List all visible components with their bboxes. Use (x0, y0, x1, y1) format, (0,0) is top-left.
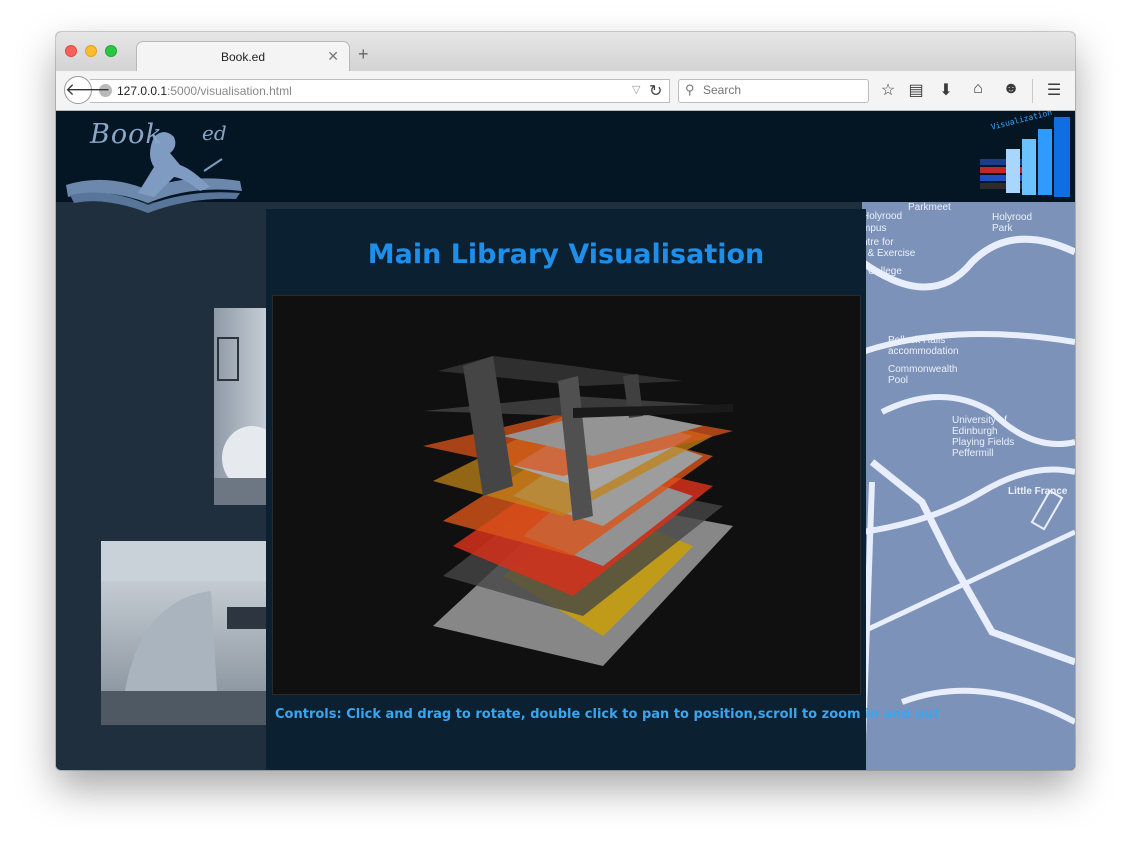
close-window-button[interactable] (65, 45, 77, 57)
browser-tab[interactable]: Book.ed ✕ (136, 41, 350, 72)
map-label: Holyrood (862, 211, 903, 222)
library-3d-model (423, 356, 733, 666)
search-box[interactable]: ⚲ (678, 79, 869, 103)
map-label: t & Exercise (862, 248, 916, 259)
site-header: Book ed Visualization (56, 111, 1075, 213)
navigation-bar: 127.0.0.1:5000/visualisation.html ▽ ↻ 🡐 … (56, 71, 1075, 111)
logo-text-ed: ed (202, 121, 227, 145)
3d-library-viewer[interactable] (272, 295, 861, 695)
tab-title: Book.ed (220, 50, 266, 64)
search-input[interactable] (703, 83, 853, 97)
minimize-window-button[interactable] (85, 45, 97, 57)
home-icon[interactable]: ⌂ (968, 80, 988, 98)
visualisation-panel: Main Library Visualisation Controls: Cli… (266, 209, 940, 770)
map-label: Holyrood Park (992, 212, 1033, 234)
map-label: Commonwealth Pool (888, 364, 958, 386)
map-label: Parkmeet (908, 202, 951, 213)
controls-instructions: Controls: Click and drag to rotate, doub… (275, 707, 940, 722)
back-button[interactable]: 🡐 (64, 76, 111, 104)
browser-window: Book.ed ✕ + 127.0.0.1:5000/visualisation… (56, 32, 1075, 770)
search-icon: ⚲ (685, 82, 695, 97)
maximize-window-button[interactable] (105, 45, 117, 57)
page-title: Main Library Visualisation (367, 239, 765, 270)
toolbar-divider (1032, 79, 1033, 103)
address-bar[interactable]: 127.0.0.1:5000/visualisation.html ▽ ↻ (90, 79, 670, 103)
url-text[interactable]: 127.0.0.1:5000/visualisation.html (117, 84, 292, 98)
study-area-photo-image (101, 541, 267, 725)
map-label: Little France (1008, 486, 1068, 497)
campus-map-background: Parkmeet Holyrood mpus ntre for t & Exer… (862, 202, 1075, 770)
map-label: University of Edinburgh Playing Fields P… (952, 415, 1015, 459)
book-ed-logo[interactable]: Book ed (64, 115, 254, 224)
title-bar: Book.ed ✕ + (56, 32, 1075, 72)
bookmark-star-icon[interactable]: ☆ (878, 80, 898, 100)
url-host: 127.0.0.1 (117, 84, 168, 98)
map-label: ntre for (862, 237, 894, 248)
armchair-photo-image (214, 337, 282, 505)
page-content: Book ed Visualization Parkmeet Holyrood … (56, 111, 1075, 770)
url-dropdown-icon[interactable]: ▽ (632, 83, 640, 96)
new-tab-icon[interactable]: + (358, 44, 369, 65)
library-photo-lounge (214, 308, 282, 505)
download-icon[interactable]: ⬇ (936, 80, 956, 100)
hamburger-menu-icon[interactable]: ☰ (1044, 80, 1064, 100)
url-path: :5000/visualisation.html (167, 84, 292, 98)
map-label: Pollock Halls accommodation (888, 335, 959, 357)
hello-smiley-icon[interactable]: ☻ (1001, 80, 1021, 98)
reload-icon[interactable]: ↻ (649, 81, 662, 101)
reading-list-icon[interactable]: ▤ (906, 80, 926, 100)
map-label: College (868, 266, 902, 277)
tab-close-icon[interactable]: ✕ (327, 48, 339, 65)
library-photo-study-area (101, 541, 267, 725)
logo-text-book: Book (90, 119, 163, 150)
